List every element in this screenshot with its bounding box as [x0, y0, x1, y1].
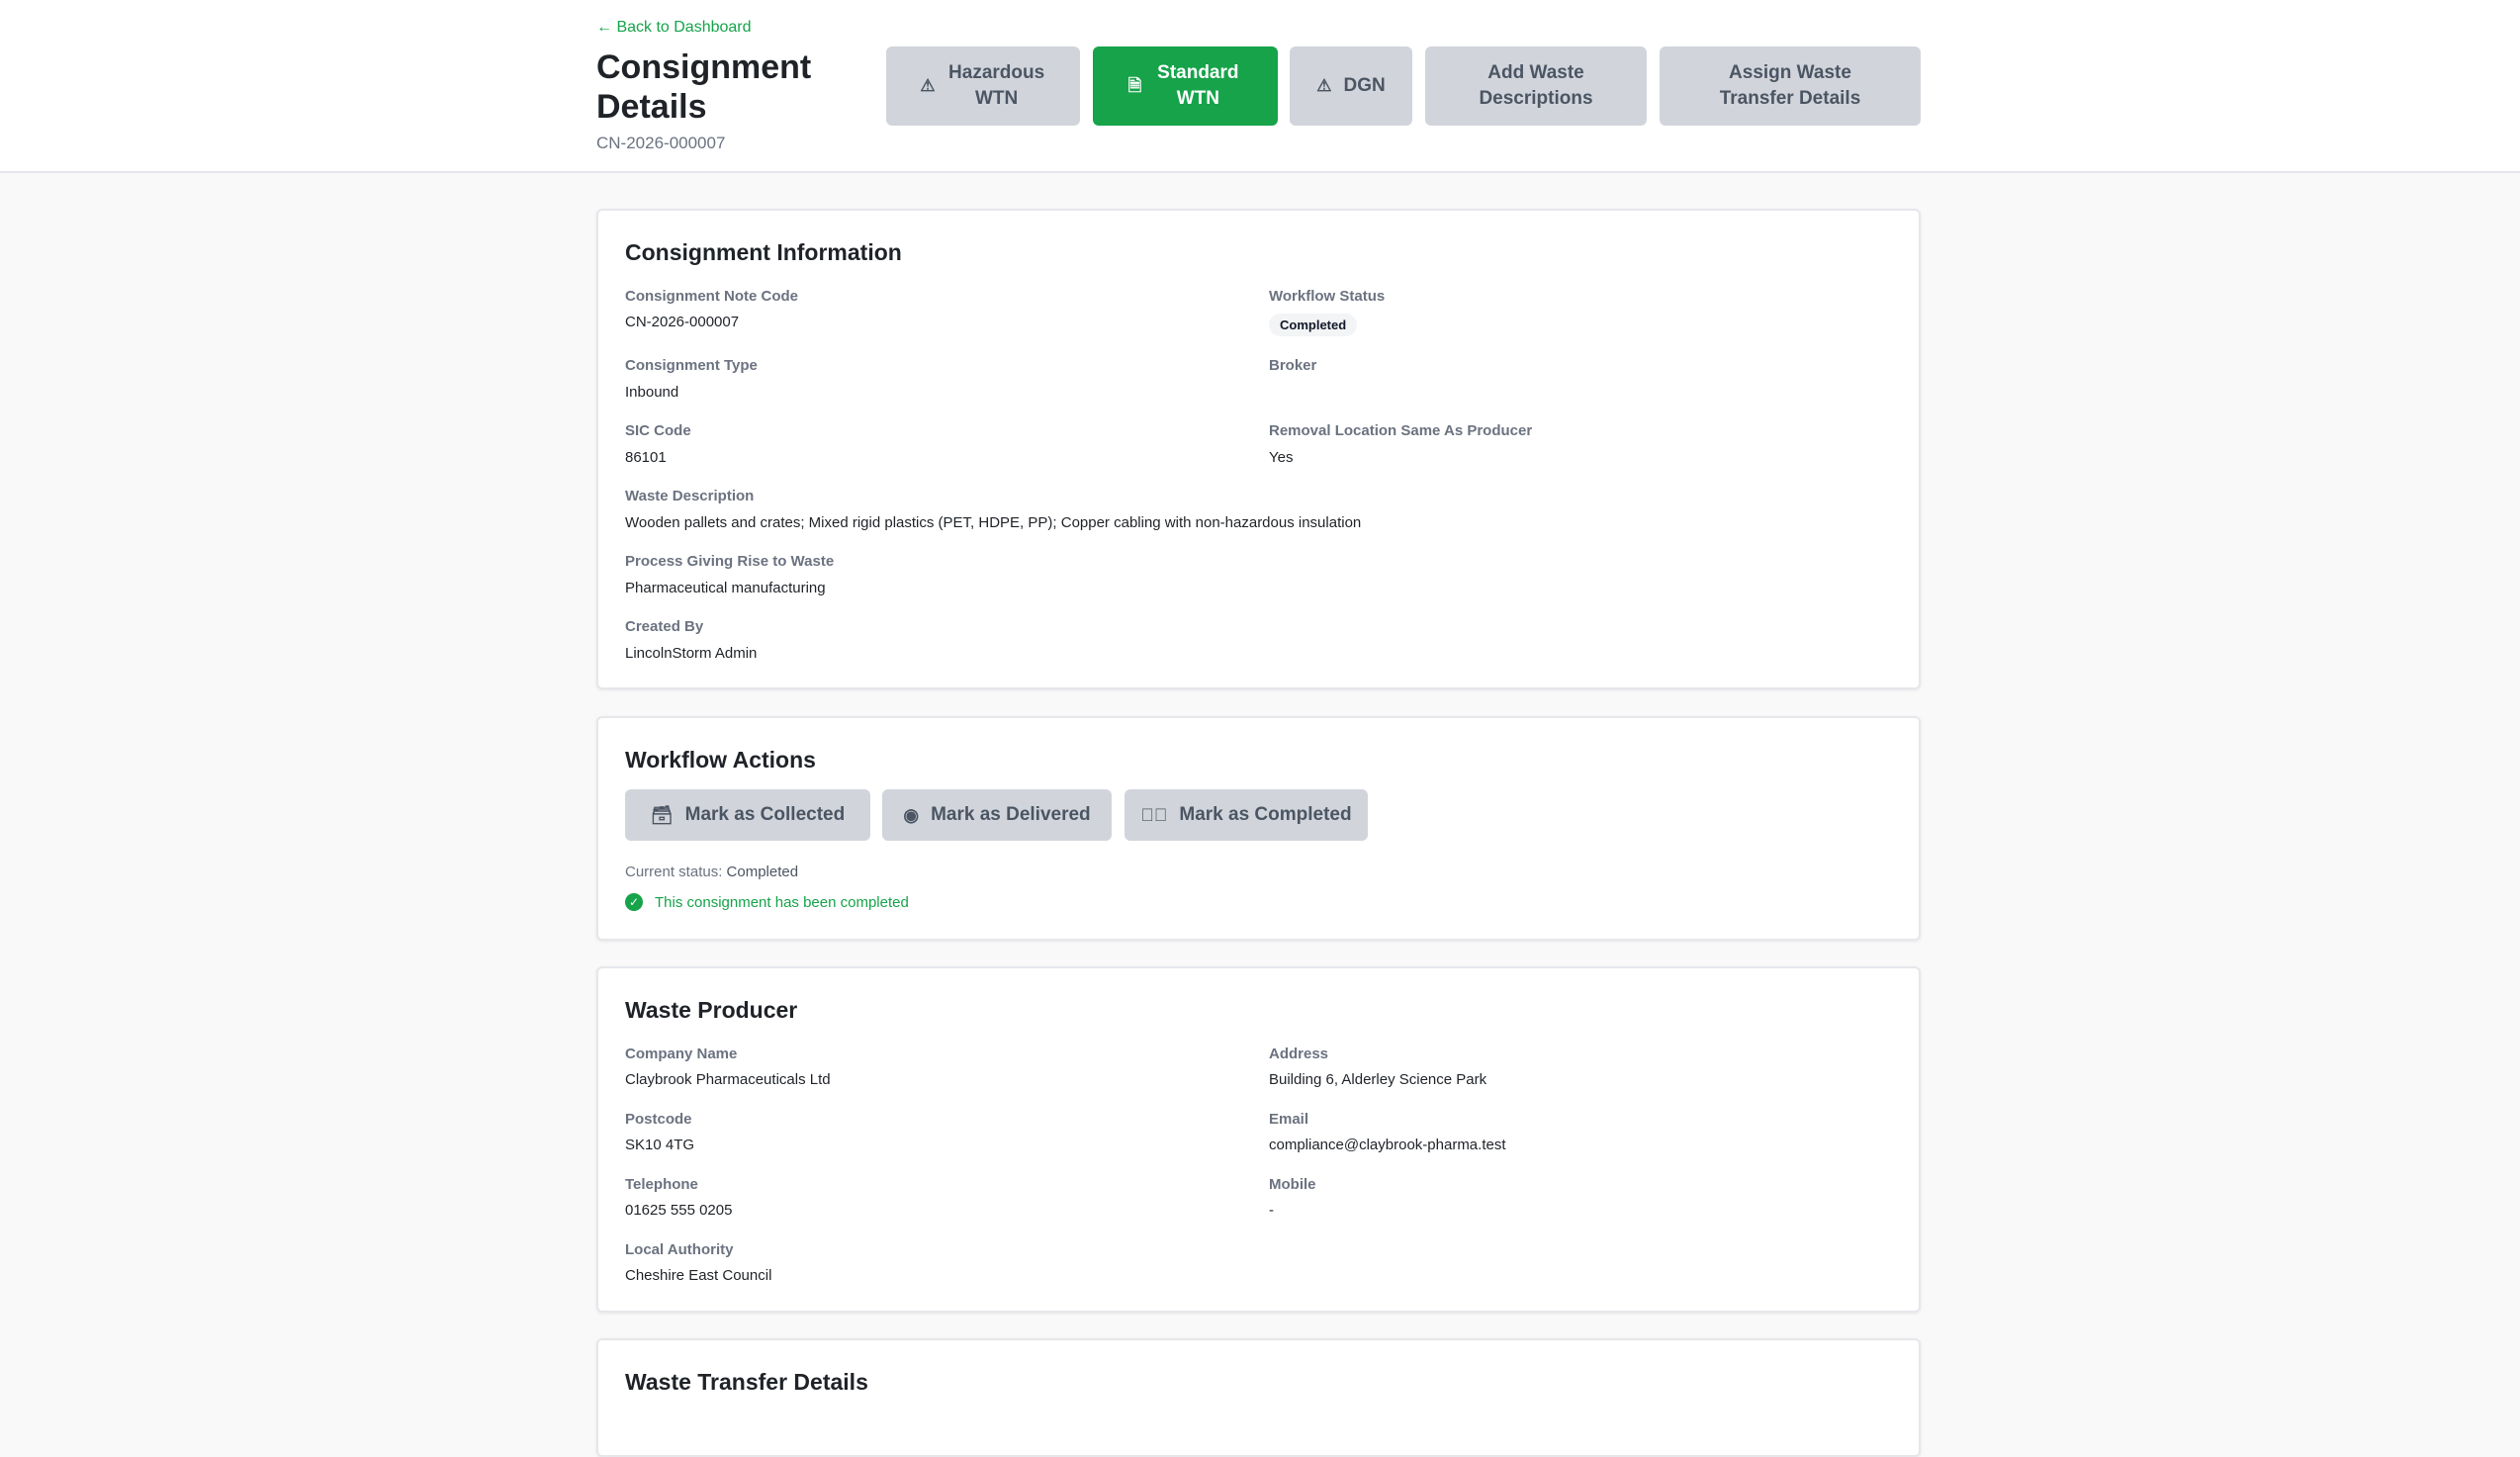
document-icon: 🗎	[1127, 76, 1142, 95]
waste-transfer-details-card: Waste Transfer Details	[596, 1338, 1921, 1457]
add-waste-descriptions-button[interactable]: Add Waste Descriptions	[1425, 46, 1647, 126]
consignment-type-value: Inbound	[625, 384, 679, 401]
mark-as-collected-button[interactable]: 🗃 Mark as Collected	[625, 789, 870, 841]
mark-as-delivered-label: Mark as Delivered	[931, 804, 1091, 825]
removal-location-value: Yes	[1269, 449, 1294, 466]
completed-message: ✓ This consignment has been completed	[625, 893, 909, 911]
standard-wtn-button[interactable]: 🗎 Standard WTN	[1093, 46, 1278, 126]
map-pin-icon: ◉	[903, 804, 920, 825]
mark-as-collected-label: Mark as Collected	[684, 804, 846, 825]
address-label: Address	[1269, 1046, 1329, 1062]
archive-box-icon: 🗃	[650, 804, 674, 825]
created-by-label: Created By	[625, 618, 704, 635]
check-circle-icon: ✓⃝	[1140, 804, 1168, 825]
back-to-dashboard-link[interactable]: ← Back to Dashboard	[596, 19, 752, 37]
dgn-label: DGN	[1343, 75, 1386, 96]
hazardous-wtn-button[interactable]: ⚠ Hazardous WTN	[886, 46, 1080, 126]
postcode-value: SK10 4TG	[625, 1137, 695, 1153]
consignment-information-heading: Consignment Information	[625, 239, 902, 265]
workflow-actions-card: Workflow Actions 🗃 Mark as Collected ◉ M…	[596, 716, 1921, 941]
page-title: Consignment Details	[596, 48, 812, 126]
workflow-actions-heading: Workflow Actions	[625, 747, 816, 773]
company-name-label: Company Name	[625, 1046, 738, 1062]
status-badge: Completed	[1269, 314, 1358, 336]
mark-as-completed-label: Mark as Completed	[1179, 804, 1352, 825]
waste-producer-card: Waste Producer Company Name Claybrook Ph…	[596, 966, 1921, 1313]
dgn-button[interactable]: ⚠ DGN	[1290, 46, 1412, 126]
consignment-information-card: Consignment Information Consignment Note…	[596, 209, 1921, 689]
sic-code-label: SIC Code	[625, 422, 691, 439]
waste-description-value: Wooden pallets and crates; Mixed rigid p…	[625, 514, 1362, 531]
consignment-code: CN-2026-000007	[596, 134, 726, 152]
waste-transfer-details-heading: Waste Transfer Details	[625, 1369, 868, 1395]
broker-label: Broker	[1269, 357, 1317, 374]
warning-triangle-icon: ⚠	[920, 76, 936, 95]
hazardous-wtn-label: Hazardous WTN	[948, 62, 1045, 109]
consignment-type-label: Consignment Type	[625, 357, 758, 374]
local-authority-value: Cheshire East Council	[625, 1267, 772, 1284]
warning-triangle-icon: ⚠	[1316, 76, 1332, 95]
process-label: Process Giving Rise to Waste	[625, 553, 835, 570]
current-status-value: Completed	[726, 864, 799, 880]
waste-producer-heading: Waste Producer	[625, 997, 798, 1023]
postcode-label: Postcode	[625, 1111, 692, 1128]
mobile-label: Mobile	[1269, 1176, 1316, 1193]
standard-wtn-label: Standard WTN	[1157, 62, 1239, 109]
local-authority-label: Local Authority	[625, 1241, 734, 1258]
mark-as-completed-button[interactable]: ✓⃝ Mark as Completed	[1125, 789, 1368, 841]
waste-description-label: Waste Description	[625, 488, 755, 504]
telephone-value: 01625 555 0205	[625, 1202, 733, 1219]
check-circle-icon: ✓	[625, 893, 643, 911]
process-value: Pharmaceutical manufacturing	[625, 580, 826, 596]
current-status-label: Current status:	[625, 864, 723, 880]
note-code-label: Consignment Note Code	[625, 288, 798, 305]
mark-as-delivered-button[interactable]: ◉ Mark as Delivered	[882, 789, 1112, 841]
page-header: ← Back to Dashboard Consignment Details …	[0, 0, 2520, 173]
add-waste-descriptions-label: Add Waste Descriptions	[1479, 62, 1593, 109]
address-value: Building 6, Alderley Science Park	[1269, 1071, 1487, 1088]
assign-waste-transfer-button[interactable]: Assign Waste Transfer Details	[1660, 46, 1921, 126]
company-name-value: Claybrook Pharmaceuticals Ltd	[625, 1071, 831, 1088]
mobile-value: -	[1269, 1202, 1274, 1219]
workflow-status-label: Workflow Status	[1269, 288, 1386, 305]
current-status-line: Current status: Completed	[625, 864, 798, 880]
note-code-value: CN-2026-000007	[625, 314, 740, 330]
assign-waste-transfer-label: Assign Waste Transfer Details	[1719, 62, 1861, 109]
created-by-value: LincolnStorm Admin	[625, 645, 758, 662]
email-value: compliance@claybrook-pharma.test	[1269, 1137, 1506, 1153]
email-label: Email	[1269, 1111, 1309, 1128]
completed-message-text: This consignment has been completed	[655, 893, 909, 911]
removal-location-label: Removal Location Same As Producer	[1269, 422, 1533, 439]
sic-code-value: 86101	[625, 449, 667, 466]
telephone-label: Telephone	[625, 1176, 698, 1193]
